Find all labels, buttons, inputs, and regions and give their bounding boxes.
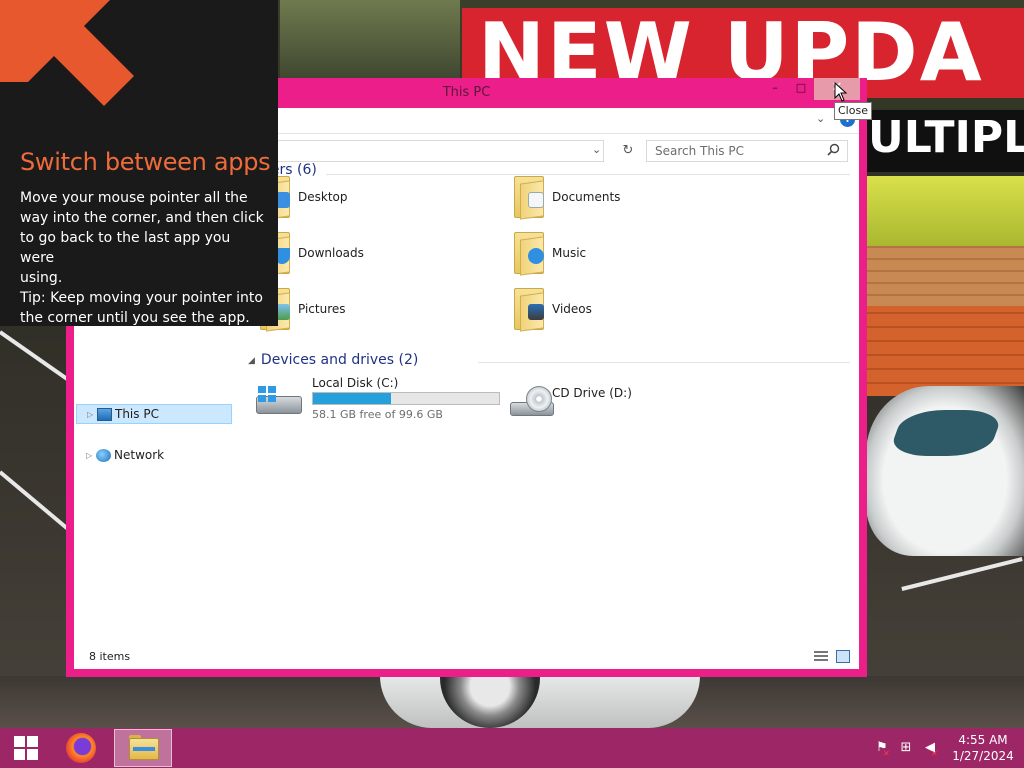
address-dropdown-icon[interactable]: ⌄	[592, 143, 601, 156]
folder-music[interactable]: Music	[500, 230, 740, 280]
hint-line: to go back to the last app you were	[20, 230, 231, 266]
wallpaper-building	[280, 0, 460, 80]
volume-muted-icon[interactable]: ◀ ✕	[922, 740, 938, 758]
clock-date: 1/27/2024	[952, 749, 1014, 763]
clock-time: 4:55 AM	[958, 733, 1008, 747]
wallpaper-banner-text-2: ULTIPL	[868, 112, 1024, 163]
drive-cd-d[interactable]: CD Drive (D:)	[500, 378, 740, 428]
hint-line: Tip: Keep moving your pointer into	[20, 290, 263, 306]
drive-label: CD Drive (D:)	[552, 386, 632, 400]
hint-line: using.	[20, 270, 63, 286]
expand-ribbon-icon[interactable]: ⌄	[816, 112, 825, 125]
content-pane: ders (6) Desktop Documents Downloads Mus…	[240, 162, 859, 640]
hard-disk-icon	[256, 386, 302, 416]
group-header-drives[interactable]: ◢ Devices and drives (2)	[248, 352, 418, 372]
firefox-icon	[66, 733, 96, 763]
action-center-flag-icon[interactable]: ⚑ ✕	[874, 740, 890, 758]
windows-logo-icon	[14, 736, 38, 760]
file-explorer-icon	[133, 747, 155, 751]
start-button[interactable]	[4, 728, 46, 768]
folder-label: Desktop	[298, 190, 348, 204]
status-bar: 8 items	[74, 646, 859, 669]
disk-free-space: 58.1 GB free of 99.6 GB	[312, 408, 443, 421]
documents-folder-icon	[514, 176, 546, 220]
taskbar: ⚑ ✕ ⊞ ◀ ✕ 4:55 AM 1/27/2024	[0, 728, 1024, 768]
wallpaper-road-line	[901, 557, 1023, 591]
nav-item-label: This PC	[115, 407, 159, 421]
network-icon	[96, 449, 111, 462]
expand-arrow-icon[interactable]: ▷	[87, 405, 93, 424]
folder-label: Pictures	[298, 302, 346, 316]
hint-line: the corner until you see the app.	[20, 310, 250, 326]
network-tray-icon[interactable]: ⊞	[898, 740, 914, 756]
music-folder-icon	[514, 232, 546, 276]
folder-label: Music	[552, 246, 587, 260]
wallpaper-hedge	[866, 176, 1024, 246]
disk-usage-bar	[312, 392, 500, 405]
switch-apps-hint: Switch between apps Move your mouse poin…	[0, 0, 278, 326]
network-icon: ⊞	[900, 740, 912, 755]
folder-label: Downloads	[298, 246, 364, 260]
cd-drive-icon	[510, 386, 556, 416]
wallpaper-ground	[866, 306, 1024, 396]
folder-desktop[interactable]: Desktop	[246, 174, 486, 224]
search-placeholder: Search This PC	[655, 144, 744, 158]
nav-item-network[interactable]: ▷ Network	[76, 446, 232, 466]
taskbar-file-explorer[interactable]	[114, 729, 172, 767]
refresh-button[interactable]: ↻	[616, 140, 640, 162]
maximize-button[interactable]: □	[788, 78, 814, 100]
hint-body: Move your mouse pointer all the way into…	[20, 188, 268, 328]
expand-arrow-icon[interactable]: ▷	[86, 446, 92, 465]
folder-label: Videos	[552, 302, 592, 316]
drive-label: Local Disk (C:)	[312, 376, 399, 390]
search-input[interactable]: Search This PC	[646, 140, 848, 162]
taskbar-firefox[interactable]	[58, 728, 106, 768]
nav-item-this-pc[interactable]: ▷ This PC	[76, 404, 232, 424]
close-tooltip: Close	[834, 102, 872, 120]
collapse-group-icon[interactable]: ◢	[248, 356, 255, 366]
folder-downloads[interactable]: Downloads	[246, 230, 486, 280]
drive-local-disk-c[interactable]: Local Disk (C:) 58.1 GB free of 99.6 GB	[246, 376, 500, 428]
large-icons-view-icon[interactable]	[836, 650, 850, 663]
details-view-icon[interactable]	[814, 651, 828, 663]
wallpaper-road-line	[0, 470, 71, 532]
folder-documents[interactable]: Documents	[500, 174, 740, 224]
folder-pictures[interactable]: Pictures	[246, 286, 486, 336]
item-count: 8 items	[89, 650, 131, 663]
system-clock[interactable]: 4:55 AM 1/27/2024	[946, 732, 1020, 764]
group-header-label: Devices and drives (2)	[260, 352, 419, 368]
search-icon[interactable]	[827, 143, 840, 156]
computer-icon	[97, 408, 112, 421]
corner-arrow-icon	[0, 0, 134, 106]
wallpaper-car-front	[380, 676, 700, 728]
folder-videos[interactable]: Videos	[500, 286, 740, 336]
hint-line: Move your mouse pointer all the	[20, 190, 248, 206]
videos-folder-icon	[514, 288, 546, 332]
hint-title: Switch between apps	[20, 148, 271, 176]
hint-line: way into the corner, and then click	[20, 210, 264, 226]
folder-label: Documents	[552, 190, 621, 204]
group-divider	[478, 362, 850, 363]
mouse-cursor-icon	[834, 82, 848, 102]
disk-usage-fill	[313, 393, 391, 404]
wallpaper-wall	[866, 246, 1024, 306]
refresh-icon: ↻	[622, 143, 634, 158]
minimize-button[interactable]: –	[762, 78, 788, 100]
nav-item-label: Network	[114, 448, 165, 462]
